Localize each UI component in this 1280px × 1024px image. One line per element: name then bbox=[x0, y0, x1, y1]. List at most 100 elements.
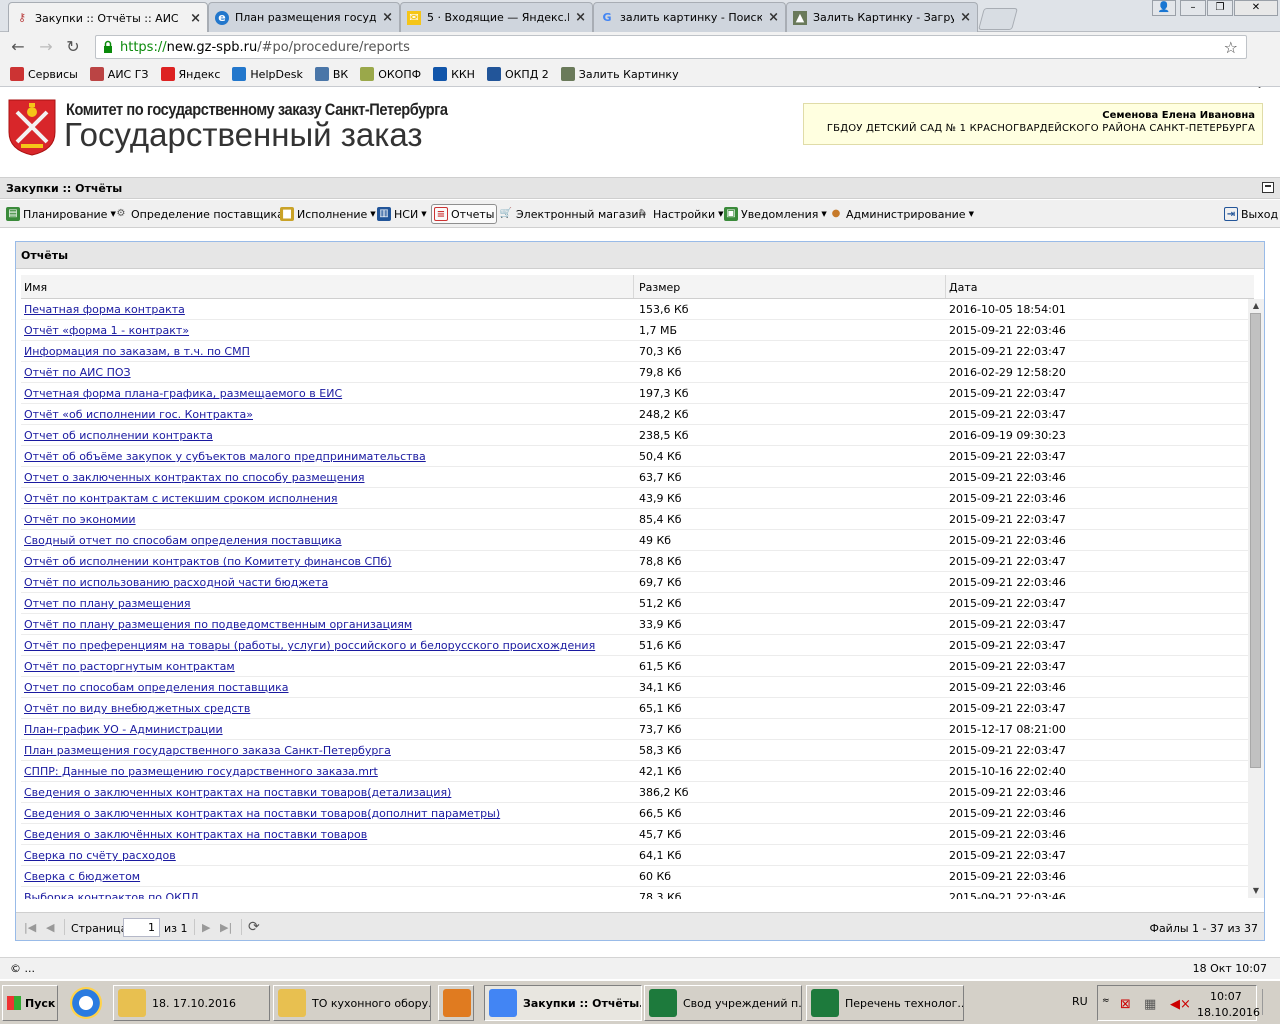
table-row[interactable]: Сведения о заключённых контрактах на пос… bbox=[21, 824, 1248, 845]
report-link[interactable]: Сведения о заключенных контрактах на пос… bbox=[24, 786, 451, 799]
report-link[interactable]: Отчёт по использованию расходной части б… bbox=[24, 576, 328, 589]
table-row[interactable]: Выборка контрактов по ОКПД 78,3 Кб 2015-09… bbox=[21, 887, 1248, 899]
bookmark-item[interactable]: HelpDesk bbox=[232, 67, 303, 81]
close-tab-icon[interactable]: × bbox=[575, 10, 586, 25]
table-row[interactable]: Сверка по счёту расходов 64,1 Кб 2015-09-2… bbox=[21, 845, 1248, 866]
bookmark-star-icon[interactable]: ☆ bbox=[1224, 38, 1238, 57]
report-link[interactable]: Отчёт об объёме закупок у субъектов мало… bbox=[24, 450, 426, 463]
report-link[interactable]: Отчёт «об исполнении гос. Контракта» bbox=[24, 408, 253, 421]
report-link[interactable]: Печатная форма контракта bbox=[24, 303, 185, 316]
close-tab-icon[interactable]: × bbox=[190, 11, 201, 26]
taskbar-item[interactable]: Свод учреждений п... bbox=[644, 985, 802, 1021]
report-link[interactable]: СППР: Данные по размещению государственн… bbox=[24, 765, 378, 778]
collapse-header-icon[interactable] bbox=[1262, 182, 1274, 193]
table-row[interactable]: Отчетная форма плана-графика, размещаемо… bbox=[21, 383, 1248, 404]
report-link[interactable]: Отчет о заключенных контрактах по способ… bbox=[24, 471, 365, 484]
forward-icon[interactable]: → bbox=[36, 37, 56, 57]
report-link[interactable]: Сверка по счёту расходов bbox=[24, 849, 176, 862]
bookmark-item[interactable]: ОКОПФ bbox=[360, 67, 421, 81]
clock-date[interactable]: 18.10.2016 bbox=[1197, 1006, 1260, 1019]
logout-button[interactable]: ⇥ Выход bbox=[1222, 204, 1280, 224]
start-button[interactable]: Пуск bbox=[2, 985, 58, 1021]
bookmark-item[interactable]: Сервисы bbox=[10, 67, 78, 81]
show-desktop-button[interactable] bbox=[1262, 989, 1278, 1015]
column-header-date[interactable]: Дата bbox=[946, 275, 1255, 298]
report-link[interactable]: План размещения государственного заказа … bbox=[24, 744, 391, 757]
report-link[interactable]: Отчет по плану размещения bbox=[24, 597, 191, 610]
page-number-input[interactable] bbox=[123, 918, 160, 937]
menu-execution[interactable]: ▆ Исполнение ▼ bbox=[278, 204, 378, 224]
taskbar-item[interactable] bbox=[438, 985, 474, 1021]
report-link[interactable]: Отчёт «форма 1 - контракт» bbox=[24, 324, 189, 337]
tray-expand-icon[interactable]: ≈ bbox=[1102, 996, 1110, 1006]
table-row[interactable]: План размещения государственного заказа … bbox=[21, 740, 1248, 761]
table-row[interactable]: Сводный отчет по способам определения по… bbox=[21, 530, 1248, 551]
table-row[interactable]: СППР: Данные по размещению государственн… bbox=[21, 761, 1248, 782]
table-row[interactable]: Сведения о заключенных контрактах на пос… bbox=[21, 782, 1248, 803]
close-tab-icon[interactable]: × bbox=[960, 10, 971, 25]
table-row[interactable]: Отчёт по виду внебюджетных средств 65,1 К… bbox=[21, 698, 1248, 719]
restore-button[interactable]: ❐ bbox=[1207, 0, 1233, 16]
vertical-scrollbar[interactable]: ▲ ▼ bbox=[1248, 299, 1264, 898]
table-row[interactable]: Отчёт по экономии 85,4 Кб 2015-09-21 22:03… bbox=[21, 509, 1248, 530]
browser-tab-1[interactable]: e План размещения государ × bbox=[208, 2, 400, 32]
report-link[interactable]: Сведения о заключенных контрактах на пос… bbox=[24, 807, 500, 820]
menu-settings[interactable]: ✎ Настройки ▼ bbox=[634, 204, 726, 224]
column-header-size[interactable]: Размер bbox=[636, 275, 946, 298]
report-link[interactable]: Информация по заказам, в т.ч. по СМП bbox=[24, 345, 250, 358]
table-row[interactable]: Отчет по плану размещения 51,2 Кб 2015-09-… bbox=[21, 593, 1248, 614]
report-link[interactable]: Сводный отчет по способам определения по… bbox=[24, 534, 342, 547]
prev-page-icon[interactable]: ◀ bbox=[46, 921, 54, 934]
report-link[interactable]: Отчёт по контрактам с истекшим сроком ис… bbox=[24, 492, 338, 505]
report-link[interactable]: План-график УО - Администрации bbox=[24, 723, 223, 736]
close-tab-icon[interactable]: × bbox=[382, 10, 393, 25]
table-row[interactable]: Отчёт об исполнении контрактов (по Комит… bbox=[21, 551, 1248, 572]
table-row[interactable]: Отчет об исполнении контракта 238,5 Кб 201… bbox=[21, 425, 1248, 446]
table-row[interactable]: Информация по заказам, в т.ч. по СМП 70,3… bbox=[21, 341, 1248, 362]
first-page-icon[interactable]: |◀ bbox=[24, 921, 36, 934]
table-row[interactable]: Отчёт «форма 1 - контракт» 1,7 МБ 2015-09-… bbox=[21, 320, 1248, 341]
table-row[interactable]: План-график УО - Администрации 73,7 Кб 201… bbox=[21, 719, 1248, 740]
menu-supplier[interactable]: ⚙ Определение поставщика▼ bbox=[112, 204, 294, 224]
table-row[interactable]: Отчёт по контрактам с истекшим сроком ис… bbox=[21, 488, 1248, 509]
report-link[interactable]: Отчёт по виду внебюджетных средств bbox=[24, 702, 250, 715]
report-link[interactable]: Выборка контрактов по ОКПД bbox=[24, 891, 199, 899]
bookmark-item[interactable]: Залить Картинку bbox=[560, 67, 679, 81]
menu-notifications[interactable]: ▣ Уведомления ▼ bbox=[722, 204, 829, 224]
bookmark-item[interactable]: АИС ГЗ bbox=[89, 67, 149, 81]
browser-tab-0[interactable]: ⚷ Закупки :: Отчёты :: АИС × bbox=[8, 2, 208, 33]
report-link[interactable]: Сверка с бюджетом bbox=[24, 870, 140, 883]
volume-muted-icon[interactable]: ◀× bbox=[1170, 997, 1191, 1012]
network-error-icon[interactable]: ⊠ bbox=[1120, 997, 1134, 1012]
report-link[interactable]: Отчёт по экономии bbox=[24, 513, 136, 526]
reload-icon[interactable]: ↻ bbox=[63, 37, 83, 57]
refresh-icon[interactable]: ⟳ bbox=[248, 919, 260, 935]
table-row[interactable]: Отчёт «об исполнении гос. Контракта» 248,… bbox=[21, 404, 1248, 425]
column-header-name[interactable]: Имя bbox=[21, 275, 634, 298]
scroll-down-icon[interactable]: ▼ bbox=[1251, 886, 1261, 896]
report-link[interactable]: Сведения о заключённых контрактах на пос… bbox=[24, 828, 367, 841]
scrollbar-thumb[interactable] bbox=[1250, 313, 1261, 768]
table-row[interactable]: Отчёт по преференциям на товары (работы,… bbox=[21, 635, 1248, 656]
table-row[interactable]: Печатная форма контракта 153,6 Кб 2016-10-… bbox=[21, 299, 1248, 320]
last-page-icon[interactable]: ▶| bbox=[220, 921, 232, 934]
bookmark-item[interactable]: Яндекс bbox=[160, 67, 220, 81]
clock-time[interactable]: 10:07 bbox=[1210, 990, 1242, 1003]
scroll-up-icon[interactable]: ▲ bbox=[1251, 301, 1261, 311]
report-link[interactable]: Отчет об исполнении контракта bbox=[24, 429, 213, 442]
back-icon[interactable]: ← bbox=[8, 37, 28, 57]
report-link[interactable]: Отчетная форма плана-графика, размещаемо… bbox=[24, 387, 342, 400]
report-link[interactable]: Отчет по способам определения поставщика bbox=[24, 681, 289, 694]
menu-administration[interactable]: ● Администрирование ▼ bbox=[827, 204, 976, 224]
table-row[interactable]: Сведения о заключенных контрактах на пос… bbox=[21, 803, 1248, 824]
table-row[interactable]: Отчёт по использованию расходной части б… bbox=[21, 572, 1248, 593]
menu-reports[interactable]: ≡ Отчеты bbox=[431, 204, 498, 224]
close-tab-icon[interactable]: × bbox=[768, 10, 779, 25]
table-row[interactable]: Отчёт по расторгнутым контрактам 61,5 Кб 2… bbox=[21, 656, 1248, 677]
user-icon[interactable]: 👤 bbox=[1152, 0, 1176, 16]
bookmark-item[interactable]: ОКПД 2 bbox=[486, 67, 549, 81]
table-row[interactable]: Отчёт по плану размещения по подведомств… bbox=[21, 614, 1248, 635]
table-row[interactable]: Отчёт об объёме закупок у субъектов мало… bbox=[21, 446, 1248, 467]
report-link[interactable]: Отчёт по АИС ПОЗ bbox=[24, 366, 131, 379]
taskbar-item[interactable]: Перечень технолог... bbox=[806, 985, 964, 1021]
